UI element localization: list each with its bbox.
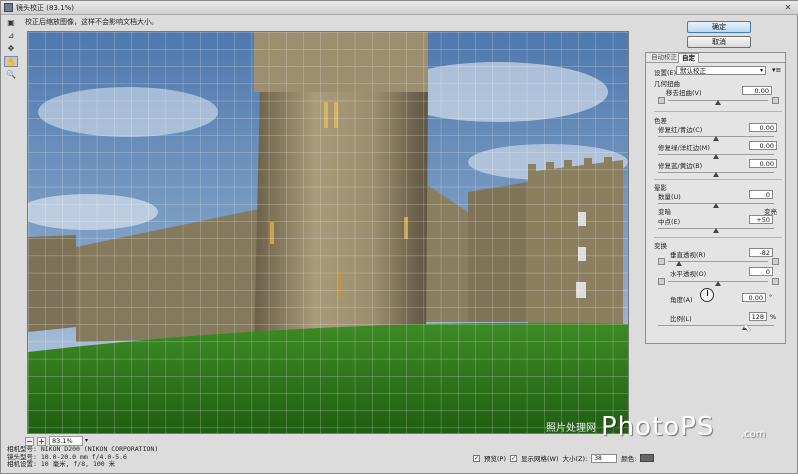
lens-correction-window: 镜头校正 (83.1%) ✕ ▣ ⊿ ✥ ✋ 🔍 校正后缩放图像，这样不会影响文… [0,0,798,474]
remove-distortion-label: 移去扭曲(V) [666,89,702,97]
slider-thumb[interactable] [713,228,719,233]
settings-panel: 自动校正 自定 设置(E): 默认校正 ▾ ▾≡ 几何扭曲 移去扭曲(V) 0.… [645,52,786,344]
divider [654,179,782,180]
midpoint-value[interactable]: +50 [749,215,773,224]
angle-unit: ° [769,293,773,301]
angle-dial[interactable] [700,288,714,302]
slider-thumb[interactable] [713,136,719,141]
cancel-button[interactable]: 取消 [687,36,751,48]
camera-settings: 相机设置: 10 毫米, f/8, 100 米 [7,460,116,468]
vertical-perspective-value[interactable]: -82 [749,248,773,257]
divider [654,111,782,112]
hint-text: 校正后缩放图像，这样不会影响文档大小。 [25,18,158,26]
app-icon [4,3,13,12]
horizontal-perspective-right-icon [772,278,779,285]
slider-thumb[interactable] [715,281,721,286]
horizontal-perspective-slider[interactable] [668,281,768,286]
grid-color-swatch[interactable] [640,454,655,462]
close-button[interactable]: ✕ [781,3,795,13]
angle-label: 角度(A) [670,296,693,304]
vertical-perspective-label: 垂直透视(R) [670,251,706,259]
panel-tabs: 自动校正 自定 [646,53,785,63]
fix-red-cyan-value[interactable]: 0.00 [749,123,777,132]
preview-label: 预览(P) [484,455,506,463]
transform-title: 变换 [654,242,667,250]
slider-thumb[interactable] [713,154,719,159]
settings-menu-icon[interactable]: ▾≡ [772,66,781,74]
settings-label: 设置(E): [654,69,679,77]
vertical-perspective-left-icon [658,258,665,265]
fix-blue-yellow-slider[interactable] [658,172,774,177]
grid-color-label: 颜色: [621,455,637,463]
watermark-logo: PhotoPS [601,412,715,442]
scale-value[interactable]: 128 [749,312,767,321]
vignette-amount-value[interactable]: 0 [749,190,773,199]
fix-red-cyan-label: 修复红/青边(C) [658,126,703,134]
watermark-domain: .com [741,429,766,440]
chevron-down-icon: ▾ [759,67,763,74]
fix-green-magenta-slider[interactable] [658,154,774,159]
scale-label: 比例(L) [670,315,692,323]
grid-options: ✓ 预览(P) ✓ 显示网格(W) 大小(Z): 38 颜色: [473,452,655,464]
midpoint-label: 中点(E) [658,218,681,226]
mouse-cursor-icon: ⬉ [743,323,752,334]
zoom-tool-icon[interactable]: 🔍 [4,69,18,80]
window-title: 镜头校正 (83.1%) [16,4,74,12]
straighten-tool-icon[interactable]: ⊿ [4,30,18,41]
divider [654,237,782,238]
grid-size-select[interactable]: 38 [591,453,618,463]
show-grid-label: 显示网格(W) [521,455,559,463]
slider-thumb[interactable] [676,261,682,266]
hand-tool-icon[interactable]: ✋ [4,56,18,67]
title-bar: 镜头校正 (83.1%) ✕ [1,1,798,15]
angle-value[interactable]: 0.00 [742,293,766,302]
vignette-amount-slider[interactable] [658,203,774,208]
barrel-icon [772,97,779,104]
tool-bar: ▣ ⊿ ✥ ✋ 🔍 [4,17,20,80]
tab-custom[interactable]: 自定 [678,53,699,63]
castle-photo [28,32,628,433]
ok-button[interactable]: 确定 [687,21,751,33]
slider-thumb[interactable] [715,100,721,105]
midpoint-slider[interactable] [658,228,774,233]
darken-label: 变暗 [658,208,671,216]
fix-blue-yellow-label: 修复蓝/黄边(B) [658,162,703,170]
show-grid-checkbox[interactable]: ✓ [510,454,517,462]
watermark-cn: 照片处理网 [546,423,596,434]
remove-distortion-slider[interactable] [668,100,768,105]
grid-size-label: 大小(Z): [562,455,588,463]
slider-thumb[interactable] [713,172,719,177]
horizontal-perspective-label: 水平透视(O) [670,270,707,278]
horizontal-perspective-value[interactable]: 0 [749,267,773,276]
fix-green-magenta-value[interactable]: 0.00 [749,141,777,150]
fix-blue-yellow-value[interactable]: 0.00 [749,159,777,168]
fix-red-cyan-slider[interactable] [658,136,774,141]
vertical-perspective-right-icon [772,258,779,265]
horizontal-perspective-left-icon [658,278,665,285]
vertical-perspective-slider[interactable] [668,261,768,266]
remove-distortion-tool-icon[interactable]: ▣ [4,17,18,28]
fix-green-magenta-label: 修复绿/洋红边(M) [658,144,710,152]
scale-slider[interactable] [658,325,774,330]
pincushion-icon [658,97,665,104]
tab-auto-correction[interactable]: 自动校正 [648,53,680,63]
preview-checkbox[interactable]: ✓ [473,454,480,462]
vignette-amount-label: 数量(U) [658,193,681,201]
move-grid-tool-icon[interactable]: ✥ [4,43,18,54]
slider-thumb[interactable] [713,203,719,208]
image-preview-canvas[interactable] [27,31,629,434]
scale-unit: % [770,313,777,321]
settings-select[interactable]: 默认校正 ▾ [676,66,766,75]
camera-info: 相机型号: NIKON D200 (NIKON CORPORATION) 镜头型… [7,445,158,469]
settings-value: 默认校正 [680,67,706,75]
remove-distortion-value[interactable]: 0.00 [742,86,772,95]
